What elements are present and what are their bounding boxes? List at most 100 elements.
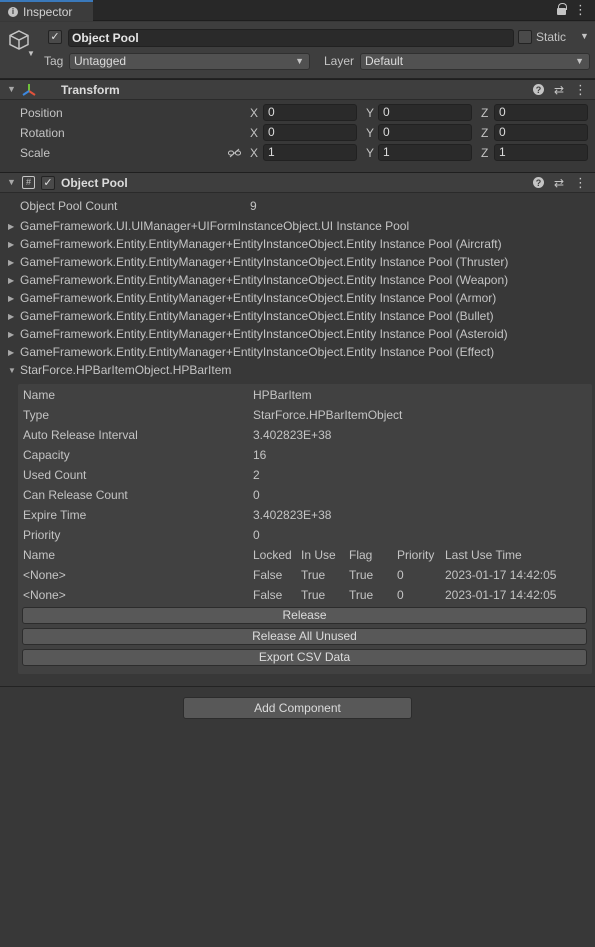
layer-label: Layer xyxy=(324,54,355,68)
inspector-tab-bar: i Inspector ⋮ xyxy=(0,0,595,21)
cell-in-use: True xyxy=(301,568,326,582)
foldout-arrow-icon[interactable]: ▶ xyxy=(8,276,14,285)
axis-z-label: Z xyxy=(481,146,489,160)
rotation-z-field[interactable]: 0 xyxy=(494,124,588,141)
position-label: Position xyxy=(20,106,63,120)
object-pool-title: Object Pool xyxy=(61,176,128,190)
detail-name-label: Name xyxy=(23,388,56,402)
transform-component-header[interactable]: ▼ Transform ? ⇄ ⋮ xyxy=(0,79,595,100)
foldout-arrow-icon[interactable]: ▶ xyxy=(8,312,14,321)
axis-y-label: Y xyxy=(366,126,375,140)
kebab-menu-icon[interactable]: ⋮ xyxy=(574,175,587,190)
object-pool-enabled-checkbox[interactable]: ✓ xyxy=(41,176,55,190)
pool-foldout-aircraft[interactable]: GameFramework.Entity.EntityManager+Entit… xyxy=(20,237,502,251)
table-header-name: Name xyxy=(23,548,56,562)
table-header-flag: Flag xyxy=(349,548,373,562)
object-pool-count-value: 9 xyxy=(250,199,257,213)
foldout-arrow-icon[interactable]: ▶ xyxy=(8,294,14,303)
script-hash-icon: # xyxy=(22,176,35,189)
axis-x-label: X xyxy=(250,146,259,160)
axis-z-label: Z xyxy=(481,106,489,120)
gameobject-header: ▼ ✓ Object Pool Static ▼ Tag Layer xyxy=(0,22,595,79)
table-header-priority: Priority xyxy=(397,548,435,562)
detail-expire-time-label: Expire Time xyxy=(23,508,87,522)
transform-axes-icon xyxy=(22,84,36,96)
cell-last-use-time: 2023-01-17 14:42:05 xyxy=(445,568,557,582)
foldout-arrow-icon[interactable]: ▶ xyxy=(8,348,14,357)
static-label: Static xyxy=(536,30,567,44)
scale-x-field[interactable]: 1 xyxy=(263,144,357,161)
axis-x-label: X xyxy=(250,126,259,140)
foldout-arrow-icon[interactable]: ▶ xyxy=(8,240,14,249)
inspector-tab-title: Inspector xyxy=(23,4,73,19)
pool-foldout-hpbaritem[interactable]: StarForce.HPBarItemObject.HPBarItem xyxy=(20,363,231,377)
detail-used-count-value: 2 xyxy=(253,468,260,482)
constrain-proportions-icon[interactable] xyxy=(228,148,241,158)
pool-foldout-weapon[interactable]: GameFramework.Entity.EntityManager+Entit… xyxy=(20,273,508,287)
table-header-in-use: In Use xyxy=(301,548,336,562)
gameobject-active-checkbox[interactable]: ✓ xyxy=(48,30,62,44)
kebab-menu-icon[interactable]: ⋮ xyxy=(574,2,587,17)
detail-name-value: HPBarItem xyxy=(253,388,312,402)
cell-locked: False xyxy=(253,588,283,602)
detail-used-count-label: Used Count xyxy=(23,468,87,482)
cell-in-use: True xyxy=(301,588,326,602)
static-dropdown-caret-icon[interactable]: ▼ xyxy=(580,31,589,41)
tag-dropdown[interactable]: Untagged ▼ xyxy=(69,53,310,70)
chevron-down-icon: ▼ xyxy=(295,56,304,66)
foldout-arrow-icon[interactable]: ▶ xyxy=(8,222,14,231)
pool-foldout-armor[interactable]: GameFramework.Entity.EntityManager+Entit… xyxy=(20,291,496,305)
layer-dropdown-value: Default xyxy=(365,54,404,68)
lock-icon[interactable] xyxy=(557,2,567,15)
layer-dropdown[interactable]: Default ▼ xyxy=(360,53,590,70)
help-icon[interactable]: ? xyxy=(532,177,544,188)
static-checkbox[interactable] xyxy=(518,30,532,44)
foldout-arrow-expanded-icon[interactable]: ▼ xyxy=(8,366,16,375)
cell-flag: True xyxy=(349,588,374,602)
position-y-field[interactable]: 0 xyxy=(378,104,472,121)
cell-name: <None> xyxy=(23,588,66,602)
table-header-locked: Locked xyxy=(253,548,292,562)
detail-capacity-value: 16 xyxy=(253,448,267,462)
inspector-tab[interactable]: i Inspector xyxy=(0,0,93,21)
pool-foldout-asteroid[interactable]: GameFramework.Entity.EntityManager+Entit… xyxy=(20,327,508,341)
release-all-unused-button[interactable]: Release All Unused xyxy=(22,628,587,645)
detail-type-label: Type xyxy=(23,408,50,422)
chevron-down-icon: ▼ xyxy=(575,56,584,66)
pool-foldout-ui-instance[interactable]: GameFramework.UI.UIManager+UIFormInstanc… xyxy=(20,219,409,233)
rotation-y-field[interactable]: 0 xyxy=(378,124,472,141)
tag-label: Tag xyxy=(44,54,64,68)
cell-locked: False xyxy=(253,568,283,582)
export-csv-button[interactable]: Export CSV Data xyxy=(22,649,587,666)
kebab-menu-icon[interactable]: ⋮ xyxy=(574,82,587,97)
position-z-field[interactable]: 0 xyxy=(494,104,588,121)
cell-flag: True xyxy=(349,568,374,582)
foldout-arrow-icon[interactable]: ▶ xyxy=(8,330,14,339)
detail-auto-release-value: 3.402823E+38 xyxy=(253,428,332,442)
pool-foldout-thruster[interactable]: GameFramework.Entity.EntityManager+Entit… xyxy=(20,255,508,269)
pool-foldout-bullet[interactable]: GameFramework.Entity.EntityManager+Entit… xyxy=(20,309,494,323)
detail-auto-release-label: Auto Release Interval xyxy=(23,428,138,442)
transform-title: Transform xyxy=(61,83,120,97)
scale-z-field[interactable]: 1 xyxy=(494,144,588,161)
detail-priority-label: Priority xyxy=(23,528,61,542)
pool-foldout-effect[interactable]: GameFramework.Entity.EntityManager+Entit… xyxy=(20,345,494,359)
foldout-arrow-icon[interactable]: ▼ xyxy=(7,177,16,187)
position-x-field[interactable]: 0 xyxy=(263,104,357,121)
add-component-button[interactable]: Add Component xyxy=(183,697,412,719)
axis-z-label: Z xyxy=(481,126,489,140)
icon-selector-caret-icon[interactable]: ▼ xyxy=(27,49,35,58)
rotation-x-field[interactable]: 0 xyxy=(263,124,357,141)
scale-y-field[interactable]: 1 xyxy=(378,144,472,161)
axis-y-label: Y xyxy=(366,146,375,160)
detail-can-release-value: 0 xyxy=(253,488,260,502)
rotation-label: Rotation xyxy=(20,126,65,140)
object-pool-component-header[interactable]: ▼ # ✓ Object Pool ? ⇄ ⋮ xyxy=(0,172,595,193)
preset-sliders-icon[interactable]: ⇄ xyxy=(554,176,564,190)
release-button[interactable]: Release xyxy=(22,607,587,624)
gameobject-name-field[interactable]: Object Pool xyxy=(68,29,514,47)
help-icon[interactable]: ? xyxy=(532,84,544,95)
foldout-arrow-icon[interactable]: ▼ xyxy=(7,84,16,94)
foldout-arrow-icon[interactable]: ▶ xyxy=(8,258,14,267)
preset-sliders-icon[interactable]: ⇄ xyxy=(554,83,564,97)
